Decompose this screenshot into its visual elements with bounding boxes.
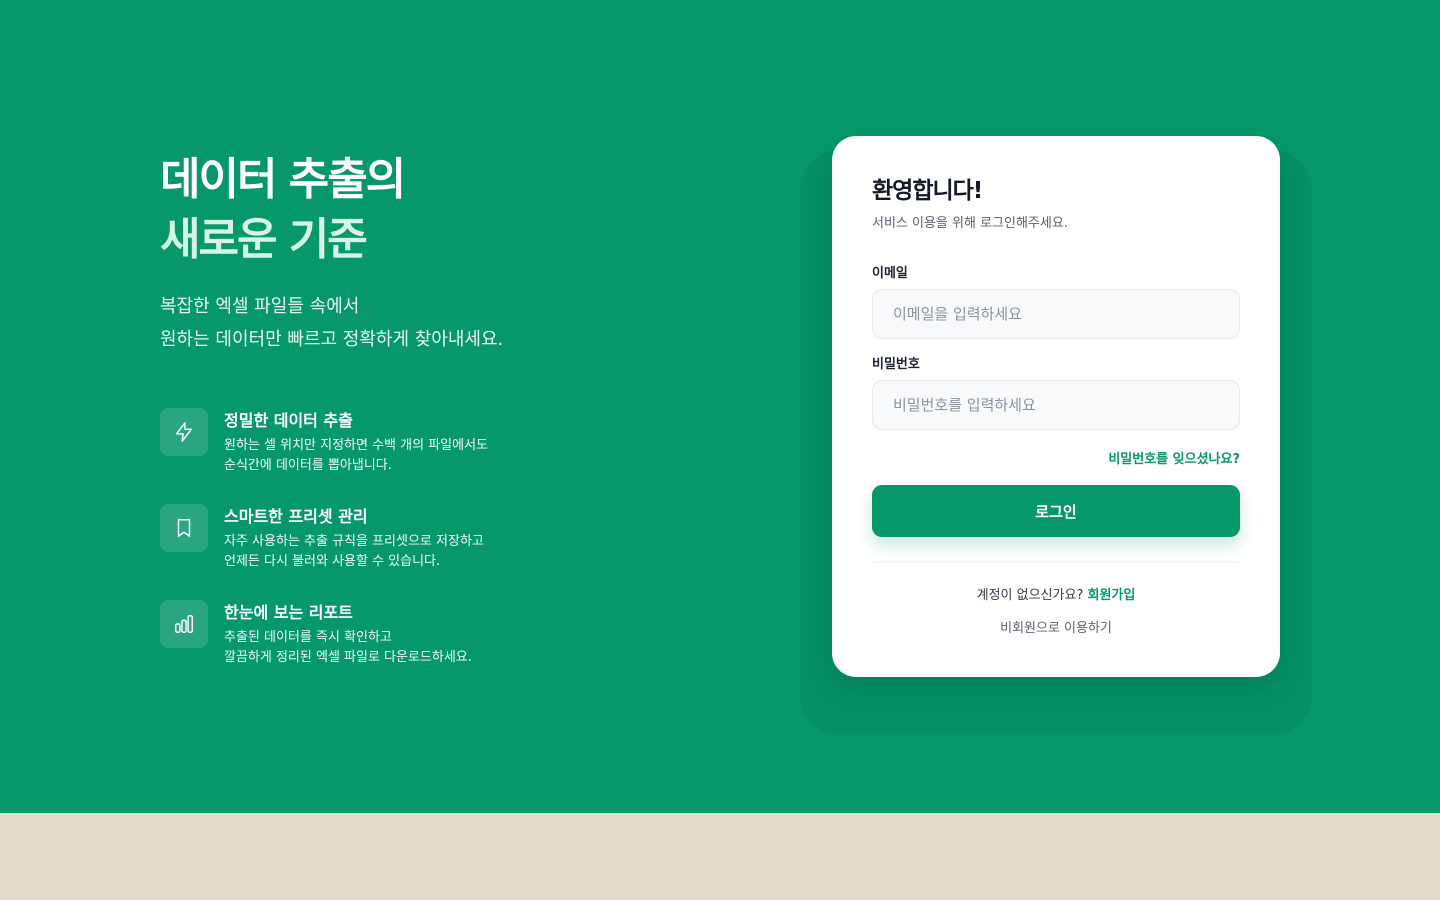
feature-description: 자주 사용하는 추출 규칙을 프리셋으로 저장하고 언제든 다시 불러와 사용할… [224,532,484,572]
feature-text: 스마트한 프리셋 관리 자주 사용하는 추출 규칙을 프리셋으로 저장하고 언제… [224,504,484,572]
guest-row: 비회원으로 이용하기 [872,617,1240,639]
feature-text: 한눈에 보는 리포트 추출된 데이터를 즉시 확인하고 깔끔하게 정리된 엑셀 … [224,600,472,668]
divider [872,561,1240,562]
feature-desc-line-1: 자주 사용하는 추출 규칙을 프리셋으로 저장하고 [224,534,484,549]
login-card: 환영합니다! 서비스 이용을 위해 로그인해주세요. 이메일 비밀번호 비밀번호… [832,136,1280,677]
feature-text: 정밀한 데이터 추출 원하는 셀 위치만 지정하면 수백 개의 파일에서도 순식… [224,408,488,476]
feature-item-presets: 스마트한 프리셋 관리 자주 사용하는 추출 규칙을 프리셋으로 저장하고 언제… [160,504,720,600]
login-button[interactable]: 로그인 [872,485,1240,537]
headline-line-1: 데이터 추출의 [160,154,406,205]
lightning-icon [160,408,208,456]
email-label: 이메일 [872,266,908,281]
headline-line-2: 새로운 기준 [160,214,368,265]
feature-title: 스마트한 프리셋 관리 [224,507,368,526]
signup-row: 계정이 없으신가요? 회원가입 [872,586,1240,606]
forgot-password-row: 비밀번호를 잊으셨나요? [872,448,1240,467]
marketing-panel: 데이터 추출의 새로운 기준 복잡한 엑셀 파일들 속에서 원하는 데이터만 빠… [160,150,720,696]
feature-item-extraction: 정밀한 데이터 추출 원하는 셀 위치만 지정하면 수백 개의 파일에서도 순식… [160,408,720,504]
feature-desc-line-2: 깔끔하게 정리된 엑셀 파일로 다운로드하세요. [224,650,472,665]
forgot-password-link[interactable]: 비밀번호를 잊으셨나요? [1108,452,1240,467]
bar-chart-icon [160,600,208,648]
hero-section: 데이터 추출의 새로운 기준 복잡한 엑셀 파일들 속에서 원하는 데이터만 빠… [0,0,1440,813]
footer-band [0,813,1440,900]
hero-subtitle: 복잡한 엑셀 파일들 속에서 원하는 데이터만 빠르고 정확하게 찾아내세요. [160,290,720,356]
feature-title: 한눈에 보는 리포트 [224,603,353,622]
feature-description: 원하는 셀 위치만 지정하면 수백 개의 파일에서도 순식간에 데이터를 뽑아냅… [224,436,488,476]
feature-description: 추출된 데이터를 즉시 확인하고 깔끔하게 정리된 엑셀 파일로 다운로드하세요… [224,628,472,668]
no-account-text: 계정이 없으신가요? [976,588,1084,603]
login-title: 환영합니다! [872,178,983,204]
guest-access-link[interactable]: 비회원으로 이용하기 [1000,621,1112,636]
bookmark-icon [160,504,208,552]
feature-title: 정밀한 데이터 추출 [224,411,353,430]
feature-desc-line-1: 원하는 셀 위치만 지정하면 수백 개의 파일에서도 [224,438,488,453]
login-subtitle: 서비스 이용을 위해 로그인해주세요. [872,216,1068,231]
password-label: 비밀번호 [872,357,920,372]
feature-item-report: 한눈에 보는 리포트 추출된 데이터를 즉시 확인하고 깔끔하게 정리된 엑셀 … [160,600,720,696]
headline: 데이터 추출의 새로운 기준 [160,150,720,270]
subtitle-line-1: 복잡한 엑셀 파일들 속에서 [160,296,360,317]
feature-desc-line-2: 언제든 다시 불러와 사용할 수 있습니다. [224,554,441,569]
feature-desc-line-1: 추출된 데이터를 즉시 확인하고 [224,630,392,645]
password-input[interactable] [872,380,1240,430]
subtitle-line-2: 원하는 데이터만 빠르고 정확하게 찾아내세요. [160,329,504,350]
feature-list: 정밀한 데이터 추출 원하는 셀 위치만 지정하면 수백 개의 파일에서도 순식… [160,408,720,696]
signup-link[interactable]: 회원가입 [1088,588,1136,603]
email-input[interactable] [872,289,1240,339]
feature-desc-line-2: 순식간에 데이터를 뽑아냅니다. [224,458,392,473]
